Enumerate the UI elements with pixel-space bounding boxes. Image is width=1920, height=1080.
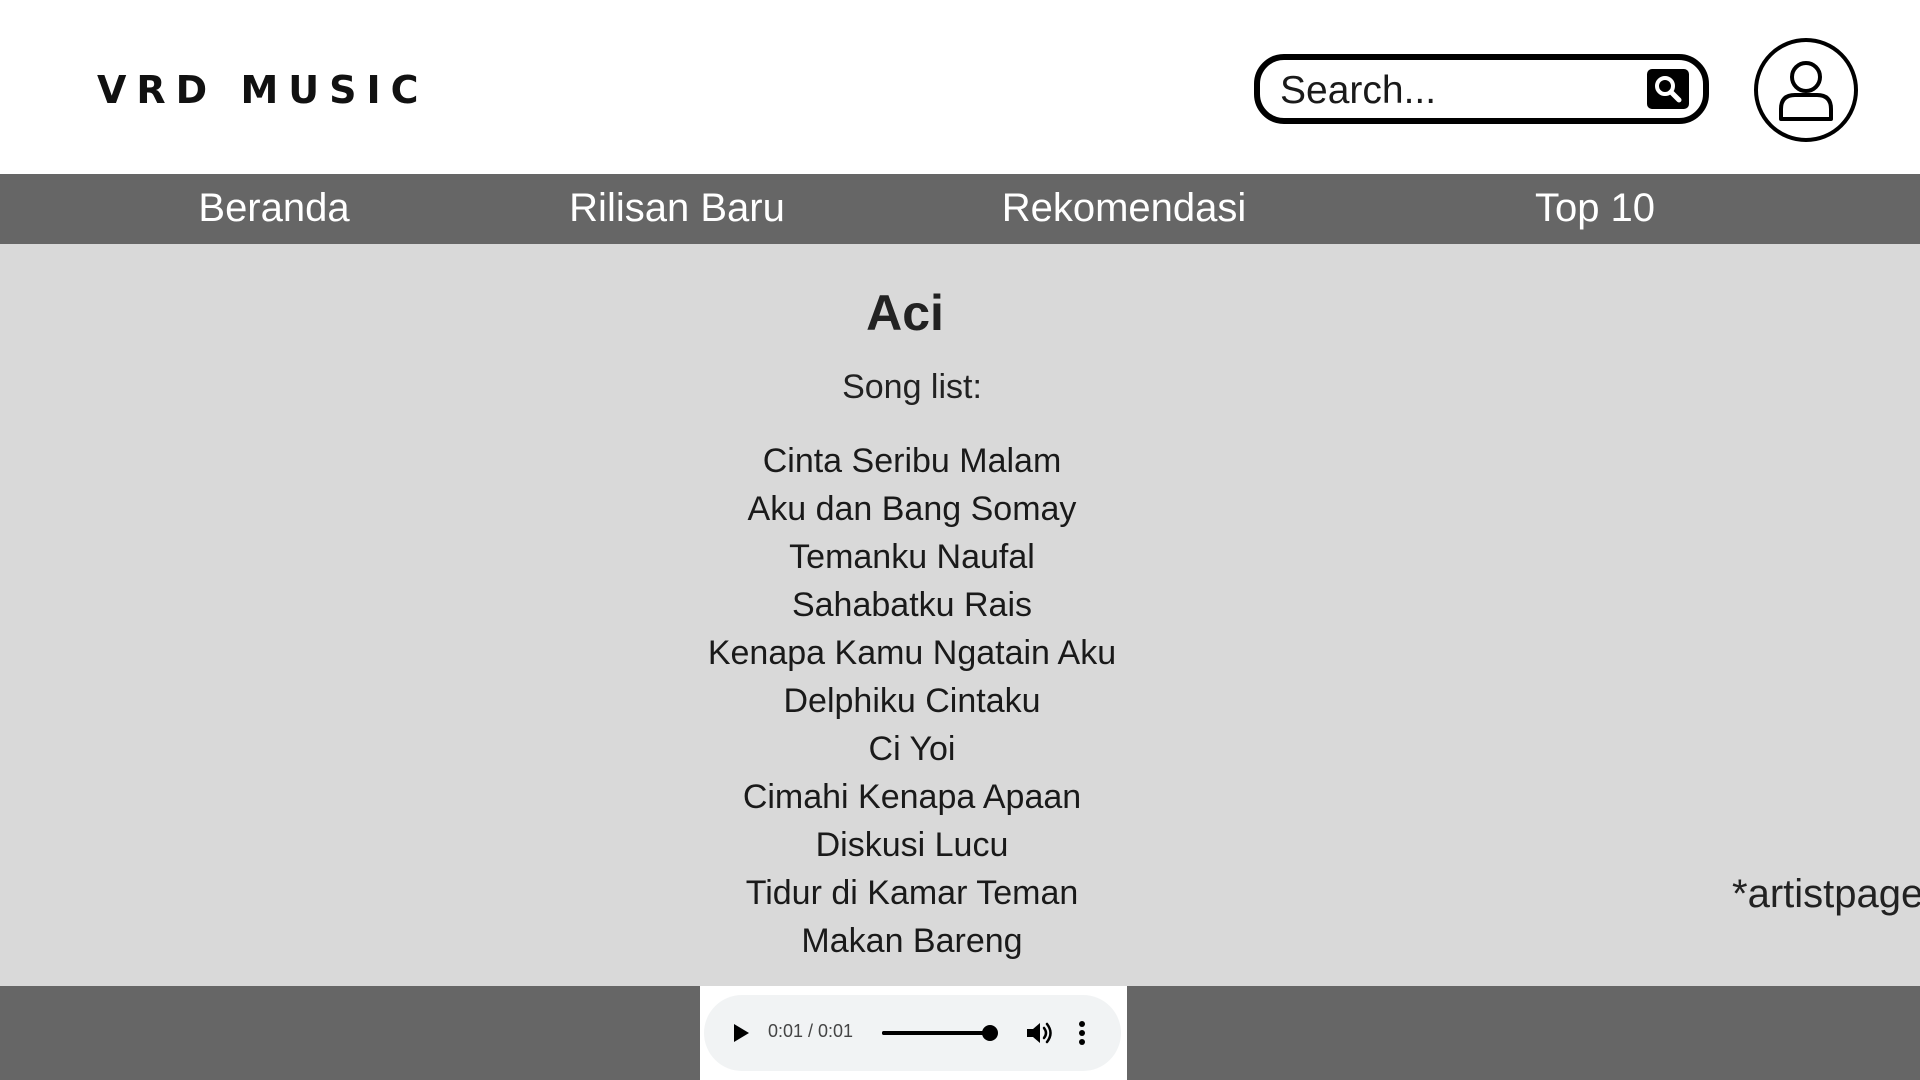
play-icon	[734, 1024, 749, 1042]
song-item[interactable]: Tidur di Kamar Teman	[612, 869, 1212, 917]
song-item[interactable]: Delphiku Cintaku	[612, 677, 1212, 725]
artist-content: Aci Song list: Cinta Seribu Malam Aku da…	[0, 244, 1920, 986]
song-item[interactable]: Temanku Naufal	[612, 533, 1212, 581]
volume-icon	[1027, 1022, 1052, 1044]
song-item[interactable]: Sahabatku Rais	[612, 581, 1212, 629]
song-item[interactable]: Diskusi Lucu	[612, 821, 1212, 869]
more-vertical-icon	[1079, 1021, 1085, 1045]
song-item[interactable]: Makan Bareng	[612, 917, 1212, 965]
more-options-button[interactable]	[1076, 1019, 1088, 1052]
user-avatar-button[interactable]	[1754, 38, 1858, 142]
audio-player: 0:01 / 0:01	[704, 995, 1121, 1071]
song-item[interactable]: Cimahi Kenapa Apaan	[612, 773, 1212, 821]
search-button[interactable]	[1647, 69, 1689, 109]
site-logo[interactable]: VRD MUSIC	[97, 68, 429, 112]
artist-name: Aci	[866, 285, 944, 341]
progress-slider[interactable]	[882, 1025, 998, 1041]
search-icon	[1655, 76, 1682, 103]
song-list-label: Song list:	[842, 368, 982, 406]
time-display: 0:01 / 0:01	[768, 1021, 854, 1041]
song-item[interactable]: Cinta Seribu Malam	[612, 437, 1212, 485]
song-list: Cinta Seribu Malam Aku dan Bang Somay Te…	[612, 437, 1212, 965]
nav-item-beranda[interactable]: Beranda	[198, 186, 349, 231]
nav-item-top-10[interactable]: Top 10	[1535, 186, 1655, 231]
search-input[interactable]: Search...	[1280, 69, 1436, 113]
song-item[interactable]: Kenapa Kamu Ngatain Aku	[612, 629, 1212, 677]
site-header: VRD MUSIC Search...	[0, 0, 1920, 174]
progress-thumb[interactable]	[982, 1025, 998, 1041]
search-box[interactable]: Search...	[1254, 54, 1709, 124]
volume-button[interactable]	[1024, 1019, 1054, 1052]
nav-item-rilisan-baru[interactable]: Rilisan Baru	[569, 186, 785, 231]
song-item[interactable]: Aku dan Bang Somay	[612, 485, 1212, 533]
progress-fill	[882, 1031, 990, 1035]
player-bar: 0:01 / 0:01	[0, 986, 1920, 1080]
main-nav: Beranda Rilisan Baru Rekomendasi Top 10	[0, 174, 1920, 244]
nav-item-rekomendasi[interactable]: Rekomendasi	[1002, 186, 1247, 231]
page-note: *artistpage	[1732, 872, 1920, 916]
user-icon	[1779, 61, 1833, 121]
song-item[interactable]: Ci Yoi	[612, 725, 1212, 773]
play-button[interactable]	[730, 1021, 752, 1050]
